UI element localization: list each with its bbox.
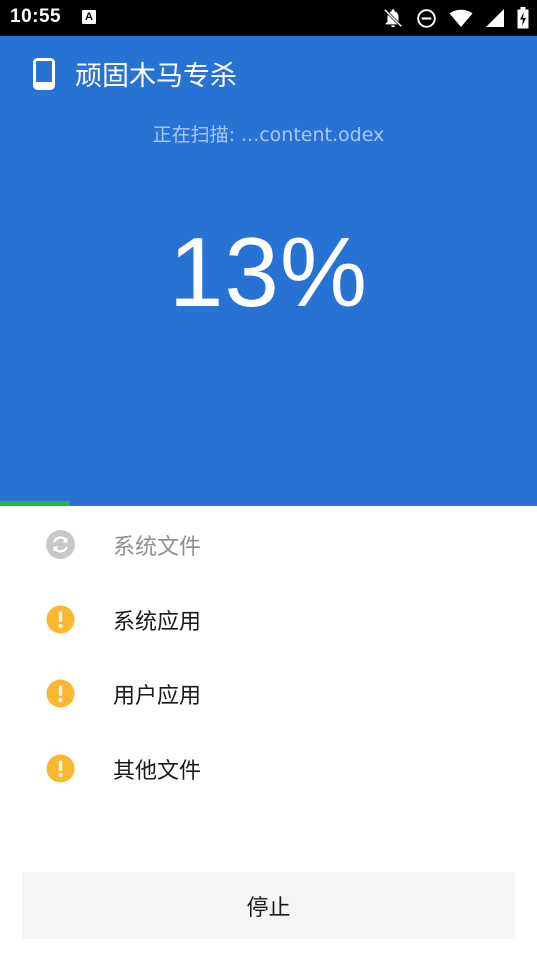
cell-signal-icon <box>486 9 504 27</box>
refresh-icon <box>46 530 75 559</box>
scan-progress-fill <box>0 501 70 506</box>
warning-icon <box>46 754 75 783</box>
battery-charging-icon <box>517 7 529 29</box>
scan-item-other-files: 其他文件 <box>0 738 537 798</box>
scan-item-label: 其他文件 <box>113 759 202 784</box>
do-not-disturb-icon <box>417 8 436 28</box>
notifications-off-icon <box>383 8 403 28</box>
notification-a-icon: A <box>82 10 96 24</box>
scan-percent: 13% <box>168 217 369 327</box>
status-icons <box>382 7 529 29</box>
scan-item-system-files: 系统文件 <box>0 514 537 574</box>
scan-item-system-apps: 系统应用 <box>0 589 537 649</box>
status-bar: 10:55 A <box>0 0 537 36</box>
scan-header: 顽固木马专杀 正在扫描: ...content.odex 13% <box>0 36 537 501</box>
scan-progress-bar <box>0 501 537 506</box>
status-time: 10:55 <box>10 6 62 27</box>
wifi-icon <box>449 9 473 27</box>
phone-icon <box>33 58 55 90</box>
scan-item-label: 系统应用 <box>113 610 202 635</box>
warning-icon <box>46 605 75 634</box>
scan-item-user-apps: 用户应用 <box>0 663 537 723</box>
warning-icon <box>46 679 75 708</box>
app-title: 顽固木马专杀 <box>75 61 237 92</box>
scan-item-label: 系统文件 <box>113 535 202 560</box>
scan-status-text: 正在扫描: ...content.odex <box>152 124 385 146</box>
stop-button[interactable]: 停止 <box>22 872 515 939</box>
scan-item-label: 用户应用 <box>113 684 202 709</box>
